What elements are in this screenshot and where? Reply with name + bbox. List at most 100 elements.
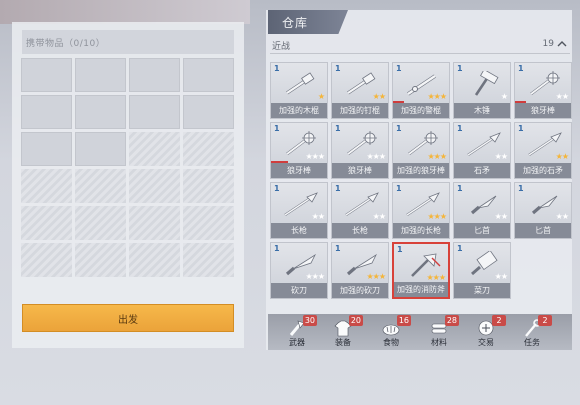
star-icon: ★ [378,92,386,101]
carry-slot[interactable] [183,95,234,129]
category-header[interactable]: 近战 19 [270,38,570,54]
background-top-strip [0,0,250,24]
item-card[interactable]: 1 ★★★ 狼牙棒 [331,122,389,179]
carry-slot[interactable] [21,58,72,92]
item-card[interactable]: 1 ★ 木锤 [453,62,511,119]
locked-slot [183,169,234,203]
item-card[interactable]: 1 ★★★ 砍刀 [270,242,328,299]
star-rating: ★★★ [366,272,386,281]
item-name: 狼牙棒 [332,163,388,178]
item-name: 木锤 [454,103,510,118]
item-card[interactable]: 1 ★★ 匕首 [453,182,511,239]
tab-label: 装备 [335,338,351,347]
carry-slot[interactable] [129,58,180,92]
hammer-weapon-icon [474,71,499,96]
item-name: 加强的木棍 [271,103,327,118]
item-count: 1 [457,184,463,193]
tab-weapon[interactable]: 武器 30 [274,314,320,350]
carry-slot[interactable] [75,132,126,166]
star-icon: ★ [500,92,508,101]
star-icon: ★ [561,152,569,161]
item-card[interactable]: 1 ★★★ 狼牙棒 [270,122,328,179]
tab-label: 材料 [431,338,447,347]
tab-quest[interactable]: 任务 2 [509,314,555,350]
item-count: 1 [397,245,403,254]
locked-slot [21,206,72,240]
category-count: 19 [542,39,554,49]
tab-shirt[interactable]: 装备 20 [320,314,366,350]
star-icon: ★ [317,92,325,101]
item-card[interactable]: 1 ★★★ 加强的消防斧 [392,242,450,299]
item-count: 1 [335,64,341,73]
item-name: 砍刀 [271,283,327,298]
item-card[interactable]: 1 ★★ 狼牙棒 [514,62,572,119]
count-badge: 20 [348,315,363,326]
tab-wood[interactable]: 材料 28 [416,314,462,350]
locked-slot [75,206,126,240]
star-rating: ★★ [556,212,569,221]
club-weapon-icon [286,72,315,95]
carry-slot[interactable] [21,132,72,166]
star-rating: ★★★ [305,273,325,281]
item-card[interactable]: 1 ★★ 石矛 [453,122,511,179]
tab-trade[interactable]: 交易 2 [463,314,509,350]
star-icon: ★ [439,212,447,221]
tab-label: 食物 [383,338,399,347]
item-count: 1 [518,64,524,73]
item-name: 狼牙棒 [271,163,327,178]
carry-slot[interactable] [21,95,72,129]
item-count: 1 [457,64,463,73]
star-rating: ★★ [312,212,325,221]
star-icon: ★ [378,152,386,161]
star-rating: ★★ [495,152,508,161]
carry-slot[interactable] [75,58,126,92]
star-icon: ★ [439,92,447,101]
star-rating: ★ [500,92,508,101]
star-rating: ★★★ [427,153,447,161]
item-count: 1 [335,124,341,133]
star-rating: ★★★ [366,152,386,161]
carry-slot[interactable] [75,95,126,129]
item-card[interactable]: 1 ★★★ 加强的长枪 [392,182,450,239]
star-rating: ★★ [495,272,508,281]
chevron-up-icon[interactable] [556,38,568,50]
locked-slot [21,169,72,203]
count-badge: 30 [302,315,317,326]
star-icon: ★ [500,212,508,221]
item-count: 1 [457,244,463,253]
star-icon: ★ [500,152,508,161]
locked-slot [129,169,180,203]
item-card[interactable]: 1 ★★★ 加强的警棍 [392,62,450,119]
star-icon: ★ [317,152,325,161]
star-icon: ★ [561,212,569,221]
item-name: 加强的石矛 [515,163,571,178]
item-card[interactable]: 1 ★★★ 加强的砍刀 [331,242,389,299]
item-count: 1 [274,244,280,253]
item-card[interactable]: 1 ★★ 匕首 [514,182,572,239]
item-card[interactable]: 1 ★★★ 加强的狼牙棒 [392,122,450,179]
item-card[interactable]: 1 ★★ 加强的钉棍 [331,62,389,119]
locked-slot [129,243,180,277]
tab-bread[interactable]: 食物 16 [368,314,414,350]
item-card[interactable]: 1 ★★ 菜刀 [453,242,511,299]
item-card[interactable]: 1 ★★ 长枪 [270,182,328,239]
item-name: 加强的长枪 [393,223,449,238]
star-icon: ★ [500,272,508,281]
star-icon: ★ [561,92,569,101]
locked-slot [129,132,180,166]
item-name: 菜刀 [454,283,510,298]
item-card[interactable]: 1 ★ 加强的木棍 [270,62,328,119]
item-card[interactable]: 1 ★★ 长枪 [331,182,389,239]
count-badge: 16 [396,315,411,326]
locked-slot [75,169,126,203]
item-card[interactable]: 1 ★★ 加强的石矛 [514,122,572,179]
item-name: 匕首 [515,223,571,238]
star-icon: ★ [317,212,325,221]
star-icon: ★ [378,272,386,281]
count-badge: 28 [444,315,459,326]
depart-button[interactable]: 出发 [22,304,234,332]
locked-slot [75,243,126,277]
carry-slot[interactable] [183,58,234,92]
carry-slot[interactable] [129,95,180,129]
star-rating: ★ [317,92,325,101]
